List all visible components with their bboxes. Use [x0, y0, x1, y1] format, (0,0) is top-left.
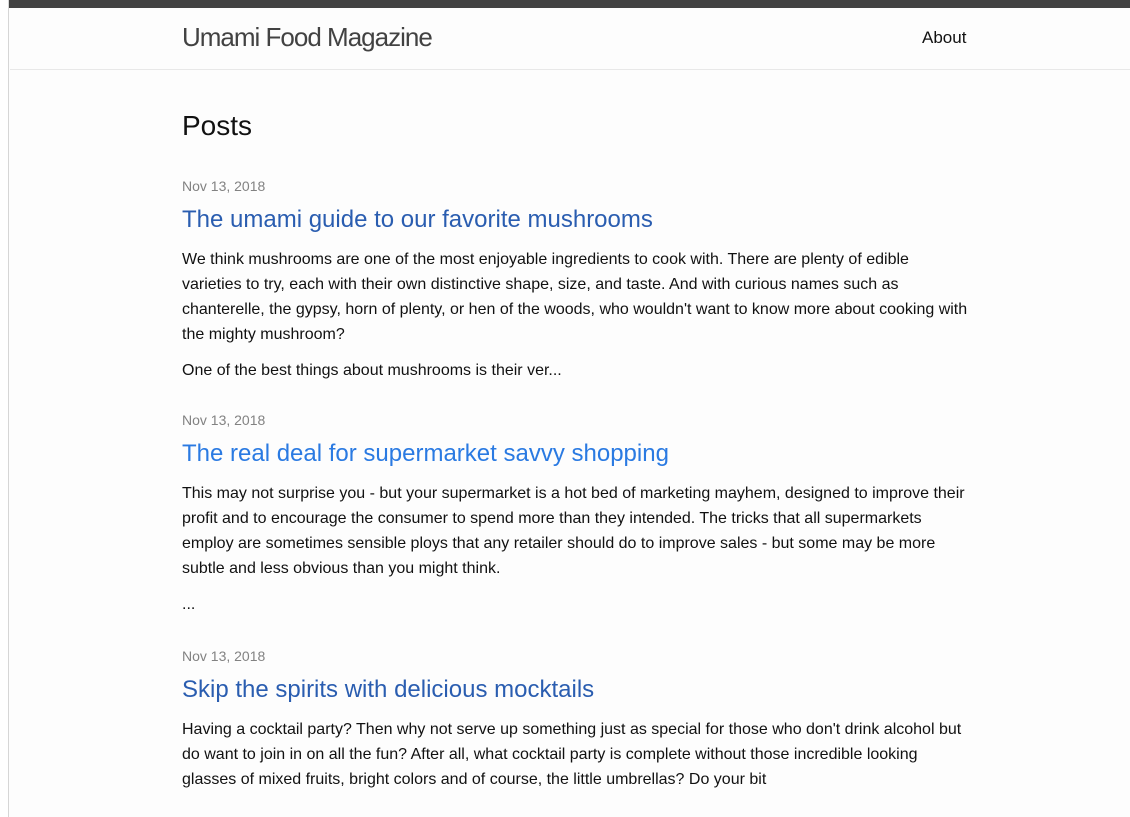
- post-item: Nov 13, 2018 The real deal for supermarke…: [182, 410, 972, 617]
- nav-link-about[interactable]: About: [922, 28, 966, 48]
- browser-top-bar: [0, 0, 1130, 8]
- post-title: The real deal for supermarket savvy shop…: [182, 438, 972, 470]
- post-date: Nov 13, 2018: [182, 648, 266, 664]
- post-title: Skip the spirits with delicious mocktail…: [182, 674, 972, 706]
- post-title-link[interactable]: Skip the spirits with delicious mocktail…: [182, 676, 594, 703]
- post-list: Nov 13, 2018 The umami guide to our favor…: [182, 176, 972, 792]
- site-title-link[interactable]: Umami Food Magazine: [182, 22, 433, 53]
- post-excerpt: Having a cocktail party? Then why not se…: [182, 717, 972, 792]
- post-excerpt-paragraph: One of the best things about mushrooms i…: [182, 362, 562, 379]
- page-content: Posts Nov 13, 2018 The umami guide to our…: [182, 70, 972, 792]
- post-excerpt: We think mushrooms are one of the most e…: [182, 247, 972, 383]
- post-title-link[interactable]: The real deal for supermarket savvy shop…: [182, 440, 669, 467]
- page-heading: Posts: [182, 110, 253, 141]
- post-excerpt-paragraph: ...: [182, 596, 196, 613]
- post-date: Nov 13, 2018: [182, 178, 266, 194]
- post-excerpt-paragraph: This may not surprise you - but your sup…: [182, 485, 965, 577]
- post-title-link[interactable]: The umami guide to our favorite mushroom…: [182, 206, 653, 233]
- post-item: Nov 13, 2018 Skip the spirits with delici…: [182, 646, 972, 792]
- site-header: Umami Food Magazine About: [10, 8, 1130, 70]
- post-excerpt-paragraph: We think mushrooms are one of the most e…: [182, 251, 968, 343]
- post-excerpt: This may not surprise you - but your sup…: [182, 481, 972, 617]
- post-title: The umami guide to our favorite mushroom…: [182, 204, 972, 236]
- post-date: Nov 13, 2018: [182, 412, 266, 428]
- post-excerpt-paragraph: Having a cocktail party? Then why not se…: [182, 721, 962, 788]
- post-item: Nov 13, 2018 The umami guide to our favor…: [182, 176, 972, 383]
- window-left-border: [0, 0, 9, 817]
